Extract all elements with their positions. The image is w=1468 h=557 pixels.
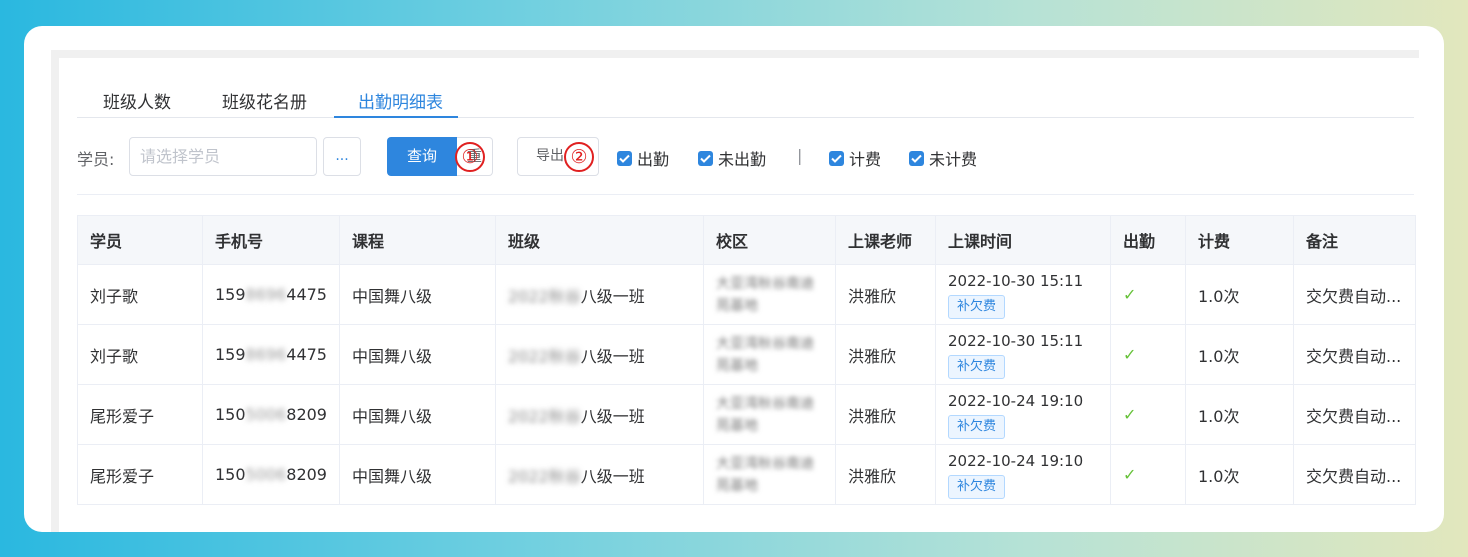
arrears-tag: 补欠费 (948, 295, 1006, 319)
col-header-class[interactable]: 班级 (495, 215, 704, 265)
table-header-row: 学员 手机号 课程 班级 校区 上课老师 上课时间 出勤 计费 备注 (77, 215, 1416, 265)
cell-class: 2022秋谷八级一班 (495, 264, 704, 325)
tab-class-count[interactable]: 班级人数 (103, 88, 171, 113)
student-picker-button[interactable]: ... (323, 137, 361, 176)
checkmark-icon: ✓ (1123, 345, 1137, 364)
col-header-note[interactable]: 备注 (1293, 215, 1416, 265)
cell-campus: 大亚湾秋谷南迪苑基地 (703, 264, 836, 325)
checkbox-label: 未出勤 (718, 150, 767, 169)
frame-top-border (51, 50, 1419, 58)
cell-fee: 1.0次 (1185, 264, 1294, 325)
annotation-callout-2: ② (564, 142, 594, 172)
checkbox-label: 出勤 (637, 150, 670, 169)
student-label: 学员: (77, 150, 115, 169)
check-icon (617, 150, 632, 166)
checkmark-icon: ✓ (1123, 465, 1137, 484)
cell-student: 刘子歌 (77, 264, 203, 325)
checkbox-not-charged[interactable]: 未计费 (909, 146, 977, 170)
cell-student: 刘子歌 (77, 324, 203, 385)
cell-phone: 15050068209 (202, 384, 340, 445)
cell-course: 中国舞八级 (339, 444, 496, 505)
col-header-time[interactable]: 上课时间 (935, 215, 1111, 265)
checkmark-icon: ✓ (1123, 285, 1137, 304)
col-header-student[interactable]: 学员 (77, 215, 203, 265)
cell-campus: 大亚湾秋谷南迪苑基地 (703, 384, 836, 445)
attendance-panel: 班级人数 班级花名册 出勤明细表 学员: ... 查询 重 ① 导出 ② 出勤 … (59, 58, 1419, 532)
content-card: 班级人数 班级花名册 出勤明细表 学员: ... 查询 重 ① 导出 ② 出勤 … (24, 26, 1444, 532)
cell-phone: 15986964475 (202, 264, 340, 325)
student-select-input[interactable] (129, 137, 317, 176)
col-header-fee[interactable]: 计费 (1185, 215, 1294, 265)
frame-left-border (51, 50, 59, 532)
cell-course: 中国舞八级 (339, 384, 496, 445)
cell-campus: 大亚湾秋谷南迪苑基地 (703, 444, 836, 505)
cell-class: 2022秋谷八级一班 (495, 384, 704, 445)
cell-note: 交欠费自动... (1293, 444, 1416, 505)
cell-fee: 1.0次 (1185, 324, 1294, 385)
cell-teacher: 洪雅欣 (835, 444, 936, 505)
tab-attendance-detail[interactable]: 出勤明细表 (358, 88, 443, 113)
filter-toolbar: 学员: ... 查询 重 ① 导出 ② 出勤 未出勤 | 计费 未 (59, 136, 1419, 178)
checkbox-absent[interactable]: 未出勤 (698, 146, 766, 170)
annotation-callout-1: ① (455, 142, 485, 172)
cell-attendance: ✓ (1110, 444, 1186, 505)
cell-class: 2022秋谷八级一班 (495, 324, 704, 385)
checkbox-label: 计费 (849, 150, 882, 169)
cell-time: 2022-10-30 15:11 补欠费 (935, 264, 1111, 325)
check-icon (909, 150, 924, 166)
table-row[interactable]: 刘子歌 15986964475 中国舞八级 2022秋谷八级一班 大亚湾秋谷南迪… (77, 264, 1416, 325)
check-icon (829, 150, 844, 166)
col-header-campus[interactable]: 校区 (703, 215, 836, 265)
cell-teacher: 洪雅欣 (835, 324, 936, 385)
cell-class: 2022秋谷八级一班 (495, 444, 704, 505)
checkbox-attended[interactable]: 出勤 (617, 146, 669, 170)
cell-teacher: 洪雅欣 (835, 264, 936, 325)
checkmark-icon: ✓ (1123, 405, 1137, 424)
col-header-phone[interactable]: 手机号 (202, 215, 340, 265)
cell-attendance: ✓ (1110, 264, 1186, 325)
arrears-tag: 补欠费 (948, 415, 1006, 439)
cell-time: 2022-10-30 15:11 补欠费 (935, 324, 1111, 385)
cell-note: 交欠费自动... (1293, 324, 1416, 385)
table-row[interactable]: 尾形爱子 15050068209 中国舞八级 2022秋谷八级一班 大亚湾秋谷南… (77, 444, 1416, 505)
col-header-attendance[interactable]: 出勤 (1110, 215, 1186, 265)
tab-class-roster[interactable]: 班级花名册 (222, 88, 307, 113)
cell-course: 中国舞八级 (339, 264, 496, 325)
cell-teacher: 洪雅欣 (835, 384, 936, 445)
arrears-tag: 补欠费 (948, 355, 1006, 379)
cell-attendance: ✓ (1110, 384, 1186, 445)
cell-fee: 1.0次 (1185, 384, 1294, 445)
col-header-teacher[interactable]: 上课老师 (835, 215, 936, 265)
checkbox-label: 未计费 (929, 150, 978, 169)
checkbox-charged[interactable]: 计费 (829, 146, 881, 170)
cell-fee: 1.0次 (1185, 444, 1294, 505)
tab-bar: 班级人数 班级花名册 出勤明细表 (77, 82, 1414, 118)
cell-student: 尾形爱子 (77, 384, 203, 445)
cell-note: 交欠费自动... (1293, 264, 1416, 325)
cell-campus: 大亚湾秋谷南迪苑基地 (703, 324, 836, 385)
filter-separator: | (797, 146, 803, 165)
col-header-course[interactable]: 课程 (339, 215, 496, 265)
cell-time: 2022-10-24 19:10 补欠费 (935, 384, 1111, 445)
toolbar-divider (77, 194, 1414, 195)
arrears-tag: 补欠费 (948, 475, 1006, 499)
attendance-table: 学员 手机号 课程 班级 校区 上课老师 上课时间 出勤 计费 备注 刘子歌 1… (77, 215, 1416, 505)
check-icon (698, 150, 713, 166)
cell-attendance: ✓ (1110, 324, 1186, 385)
table-row[interactable]: 刘子歌 15986964475 中国舞八级 2022秋谷八级一班 大亚湾秋谷南迪… (77, 324, 1416, 385)
cell-course: 中国舞八级 (339, 324, 496, 385)
cell-phone: 15050068209 (202, 444, 340, 505)
cell-phone: 15986964475 (202, 324, 340, 385)
active-tab-indicator (334, 116, 458, 118)
cell-time: 2022-10-24 19:10 补欠费 (935, 444, 1111, 505)
query-button[interactable]: 查询 (387, 137, 457, 176)
table-row[interactable]: 尾形爱子 15050068209 中国舞八级 2022秋谷八级一班 大亚湾秋谷南… (77, 384, 1416, 445)
cell-note: 交欠费自动... (1293, 384, 1416, 445)
cell-student: 尾形爱子 (77, 444, 203, 505)
